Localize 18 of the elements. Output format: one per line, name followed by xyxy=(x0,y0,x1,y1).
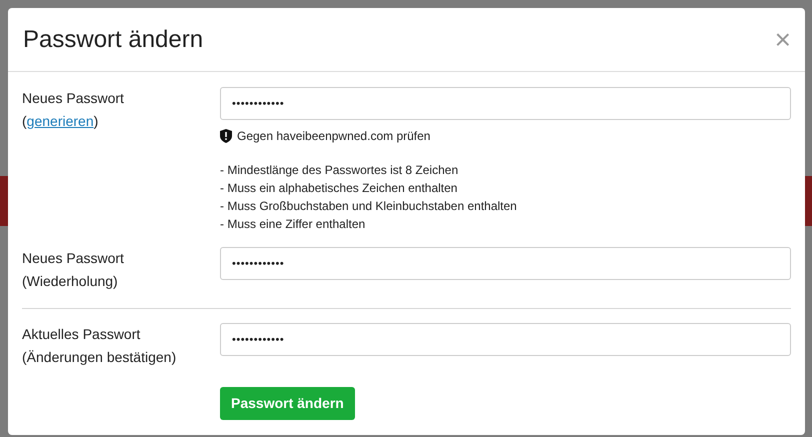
dialog-title: Passwort ändern xyxy=(23,24,204,54)
shield-icon xyxy=(220,129,232,143)
field-sublabel: ) xyxy=(94,112,98,131)
password-rule: - Mindestlänge des Passwortes ist 8 Zeichen xyxy=(220,162,460,179)
password-field[interactable]: •••••••••••• xyxy=(220,323,791,356)
field-label: Neues Passwort xyxy=(22,249,125,268)
field-sublabel: ( xyxy=(22,112,27,131)
field-sublabel: (Wiederholung) xyxy=(22,272,118,291)
password-field[interactable]: •••••••••••• xyxy=(220,247,791,280)
field-label: Neues Passwort xyxy=(22,89,125,108)
pwned-check-text: Gegen haveibeenpwned.com prüfen xyxy=(237,128,430,145)
field-label: Aktuelles Passwort xyxy=(22,325,142,344)
field-sublabel: (Änderungen bestätigen) xyxy=(22,348,176,367)
generate-link[interactable]: generieren xyxy=(26,110,94,133)
password-field[interactable]: •••••••••••• xyxy=(220,87,791,120)
password-rule: - Muss eine Ziffer enthalten xyxy=(220,216,366,233)
password-rule: - Muss Großbuchstaben und Kleinbuchstaben enthalten xyxy=(220,198,518,215)
password-rule: - Muss ein alphabetisches Zeichen enthalten xyxy=(220,180,458,197)
